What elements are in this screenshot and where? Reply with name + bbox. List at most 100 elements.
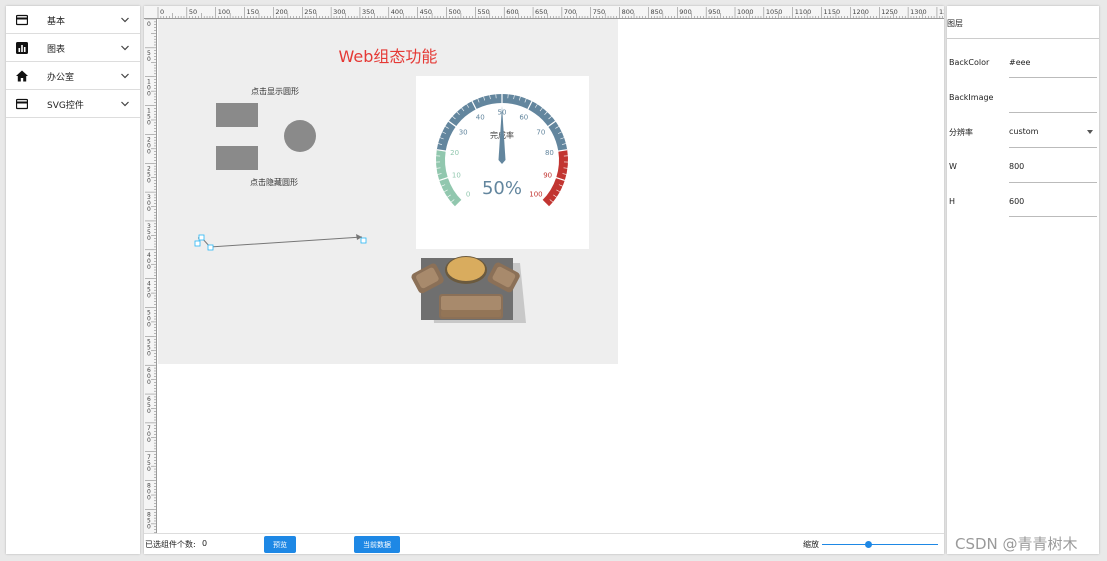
circle-shape[interactable] [284, 120, 316, 152]
gauge-widget[interactable]: 0102030405060708090100完成率50% [416, 76, 589, 249]
gauge-tick-label: 80 [545, 149, 554, 157]
chevron-down-icon [121, 17, 129, 23]
ruler-label: 350 [362, 8, 374, 16]
ruler-label: 200 [275, 8, 287, 16]
ruler-label: 0 [147, 56, 151, 63]
chevron-down-icon [121, 45, 129, 51]
ruler-label: 0 [147, 523, 151, 530]
show-circle-text[interactable]: 点击显示圆形 [251, 86, 299, 97]
resolution-label: 分辨率 [949, 128, 973, 137]
ruler-label: 1150 [824, 8, 841, 16]
hide-circle-text[interactable]: 点击隐藏圆形 [250, 177, 298, 188]
resize-handle[interactable] [207, 244, 214, 251]
gauge-tick-label: 40 [476, 114, 485, 122]
ruler-label: 750 [593, 8, 605, 16]
gauge-tick-label: 0 [466, 190, 470, 198]
app-root: 基本 图表 办公室 SVG控件 0 50 100 150 200 250 300 350 400… [0, 0, 1107, 561]
ruler-label: 250 [304, 8, 316, 16]
arrow-line-shape[interactable] [192, 231, 372, 261]
gauge-tick-label: 90 [543, 171, 552, 179]
gauge-tick-label: 70 [536, 128, 545, 136]
resize-handle[interactable] [360, 237, 367, 244]
editor-area: 0 50 100 150 200 250 300 350 400 450 500 550 600 650 7… [144, 6, 944, 554]
sofa-set-image[interactable] [408, 255, 530, 327]
sidebar-item-basic[interactable]: 基本 [6, 6, 140, 34]
ruler-label: 0 [147, 120, 151, 127]
ruler-label: 0 [147, 177, 151, 184]
zoom-slider-track[interactable] [822, 544, 938, 545]
sidebar-item-label: 图表 [47, 45, 66, 55]
width-label: W [949, 162, 957, 171]
ruler-label: 0 [147, 437, 151, 444]
sidebar-item-label: SVG控件 [47, 101, 84, 111]
height-label: H [949, 197, 956, 206]
ruler-label: 400 [391, 8, 403, 16]
ruler-label: 0 [147, 264, 151, 271]
watermark: CSDN @青青树木 [955, 535, 1078, 553]
ruler-label: 0 [147, 495, 151, 502]
ruler-label: 0 [160, 8, 164, 16]
ruler-label: 0 [147, 379, 151, 386]
show-circle-button-shape[interactable] [216, 103, 258, 127]
input-underline [1009, 182, 1097, 183]
card-icon [16, 98, 28, 110]
backimage-label: BackImage [949, 93, 994, 102]
width-input[interactable]: 800 [1009, 162, 1024, 171]
layers-title[interactable]: 图层 [947, 18, 963, 29]
selected-count-value: 0 [202, 539, 208, 548]
canvas-title[interactable]: Web组态功能 [158, 43, 618, 67]
ruler-label: 650 [535, 8, 547, 16]
resize-handle[interactable] [194, 240, 201, 247]
zoom-slider-thumb[interactable] [864, 541, 872, 548]
properties-panel: 图层 BackColor #eee BackImage 分辨率 custom W… [947, 6, 1099, 554]
dropdown-arrow-icon[interactable] [1087, 130, 1093, 134]
input-underline [1009, 147, 1097, 148]
ruler-label: 550 [477, 8, 489, 16]
resize-handle[interactable] [198, 234, 205, 241]
ruler-label: 0 [147, 466, 151, 473]
component-sidebar: 基本 图表 办公室 SVG控件 [6, 6, 140, 554]
ruler-label: 100 [218, 8, 230, 16]
ruler-label: 0 [147, 91, 151, 98]
sidebar-item-label: 办公室 [47, 73, 75, 83]
ruler-label: 1050 [766, 8, 783, 16]
design-canvas[interactable]: Web组态功能 点击显示圆形 点击隐藏圆形 010203040506070809… [158, 19, 618, 364]
ruler-label: 300 [333, 8, 345, 16]
gauge-tick-label: 100 [529, 190, 542, 198]
input-underline [1009, 77, 1097, 78]
ruler-label: 150 [247, 8, 259, 16]
card-icon [16, 14, 28, 26]
preview-button[interactable]: 预览 [264, 536, 296, 553]
status-bar: 已选组件个数: 0 预览 当前数据 缩放 [144, 533, 944, 554]
resolution-select[interactable]: custom [1009, 127, 1038, 136]
sidebar-item-label: 基本 [47, 17, 66, 27]
selected-count-label: 已选组件个数: [145, 540, 196, 549]
ruler-label: 0 [147, 408, 151, 415]
gauge-tick-label: 10 [452, 171, 461, 179]
gauge-tick-label: 60 [519, 114, 528, 122]
sidebar-item-office[interactable]: 办公室 [6, 62, 140, 90]
ruler-label: 450 [420, 8, 432, 16]
input-underline [1009, 112, 1097, 113]
gauge-tick-label: 30 [459, 128, 468, 136]
bar-chart-icon [16, 42, 28, 54]
ruler-label: 0 [147, 148, 151, 155]
ruler-vertical: 0501001502002503003504004505005506006507… [144, 19, 157, 533]
ruler-label: 850 [650, 8, 662, 16]
input-underline [1009, 216, 1097, 217]
sidebar-item-charts[interactable]: 图表 [6, 34, 140, 62]
hide-circle-button-shape[interactable] [216, 146, 258, 170]
ruler-horizontal: 0 50 100 150 200 250 300 350 400 450 500 550 600 650 7… [144, 6, 944, 19]
current-data-button[interactable]: 当前数据 [354, 536, 400, 553]
backcolor-input[interactable]: #eee [1009, 58, 1030, 67]
ruler-label: 900 [679, 8, 691, 16]
ruler-label: 1200 [852, 8, 869, 16]
height-input[interactable]: 600 [1009, 197, 1024, 206]
sidebar-item-svg-controls[interactable]: SVG控件 [6, 90, 140, 118]
zoom-label: 缩放 [803, 540, 819, 549]
ruler-label: 0 [147, 21, 151, 28]
ruler-horizontal-scale: 0 50 100 150 200 250 300 350 400 450 500 550 600 650 7… [157, 7, 944, 18]
ruler-label: 1250 [881, 8, 898, 16]
ruler-label: 1000 [737, 8, 754, 16]
ruler-label: 600 [506, 8, 518, 16]
